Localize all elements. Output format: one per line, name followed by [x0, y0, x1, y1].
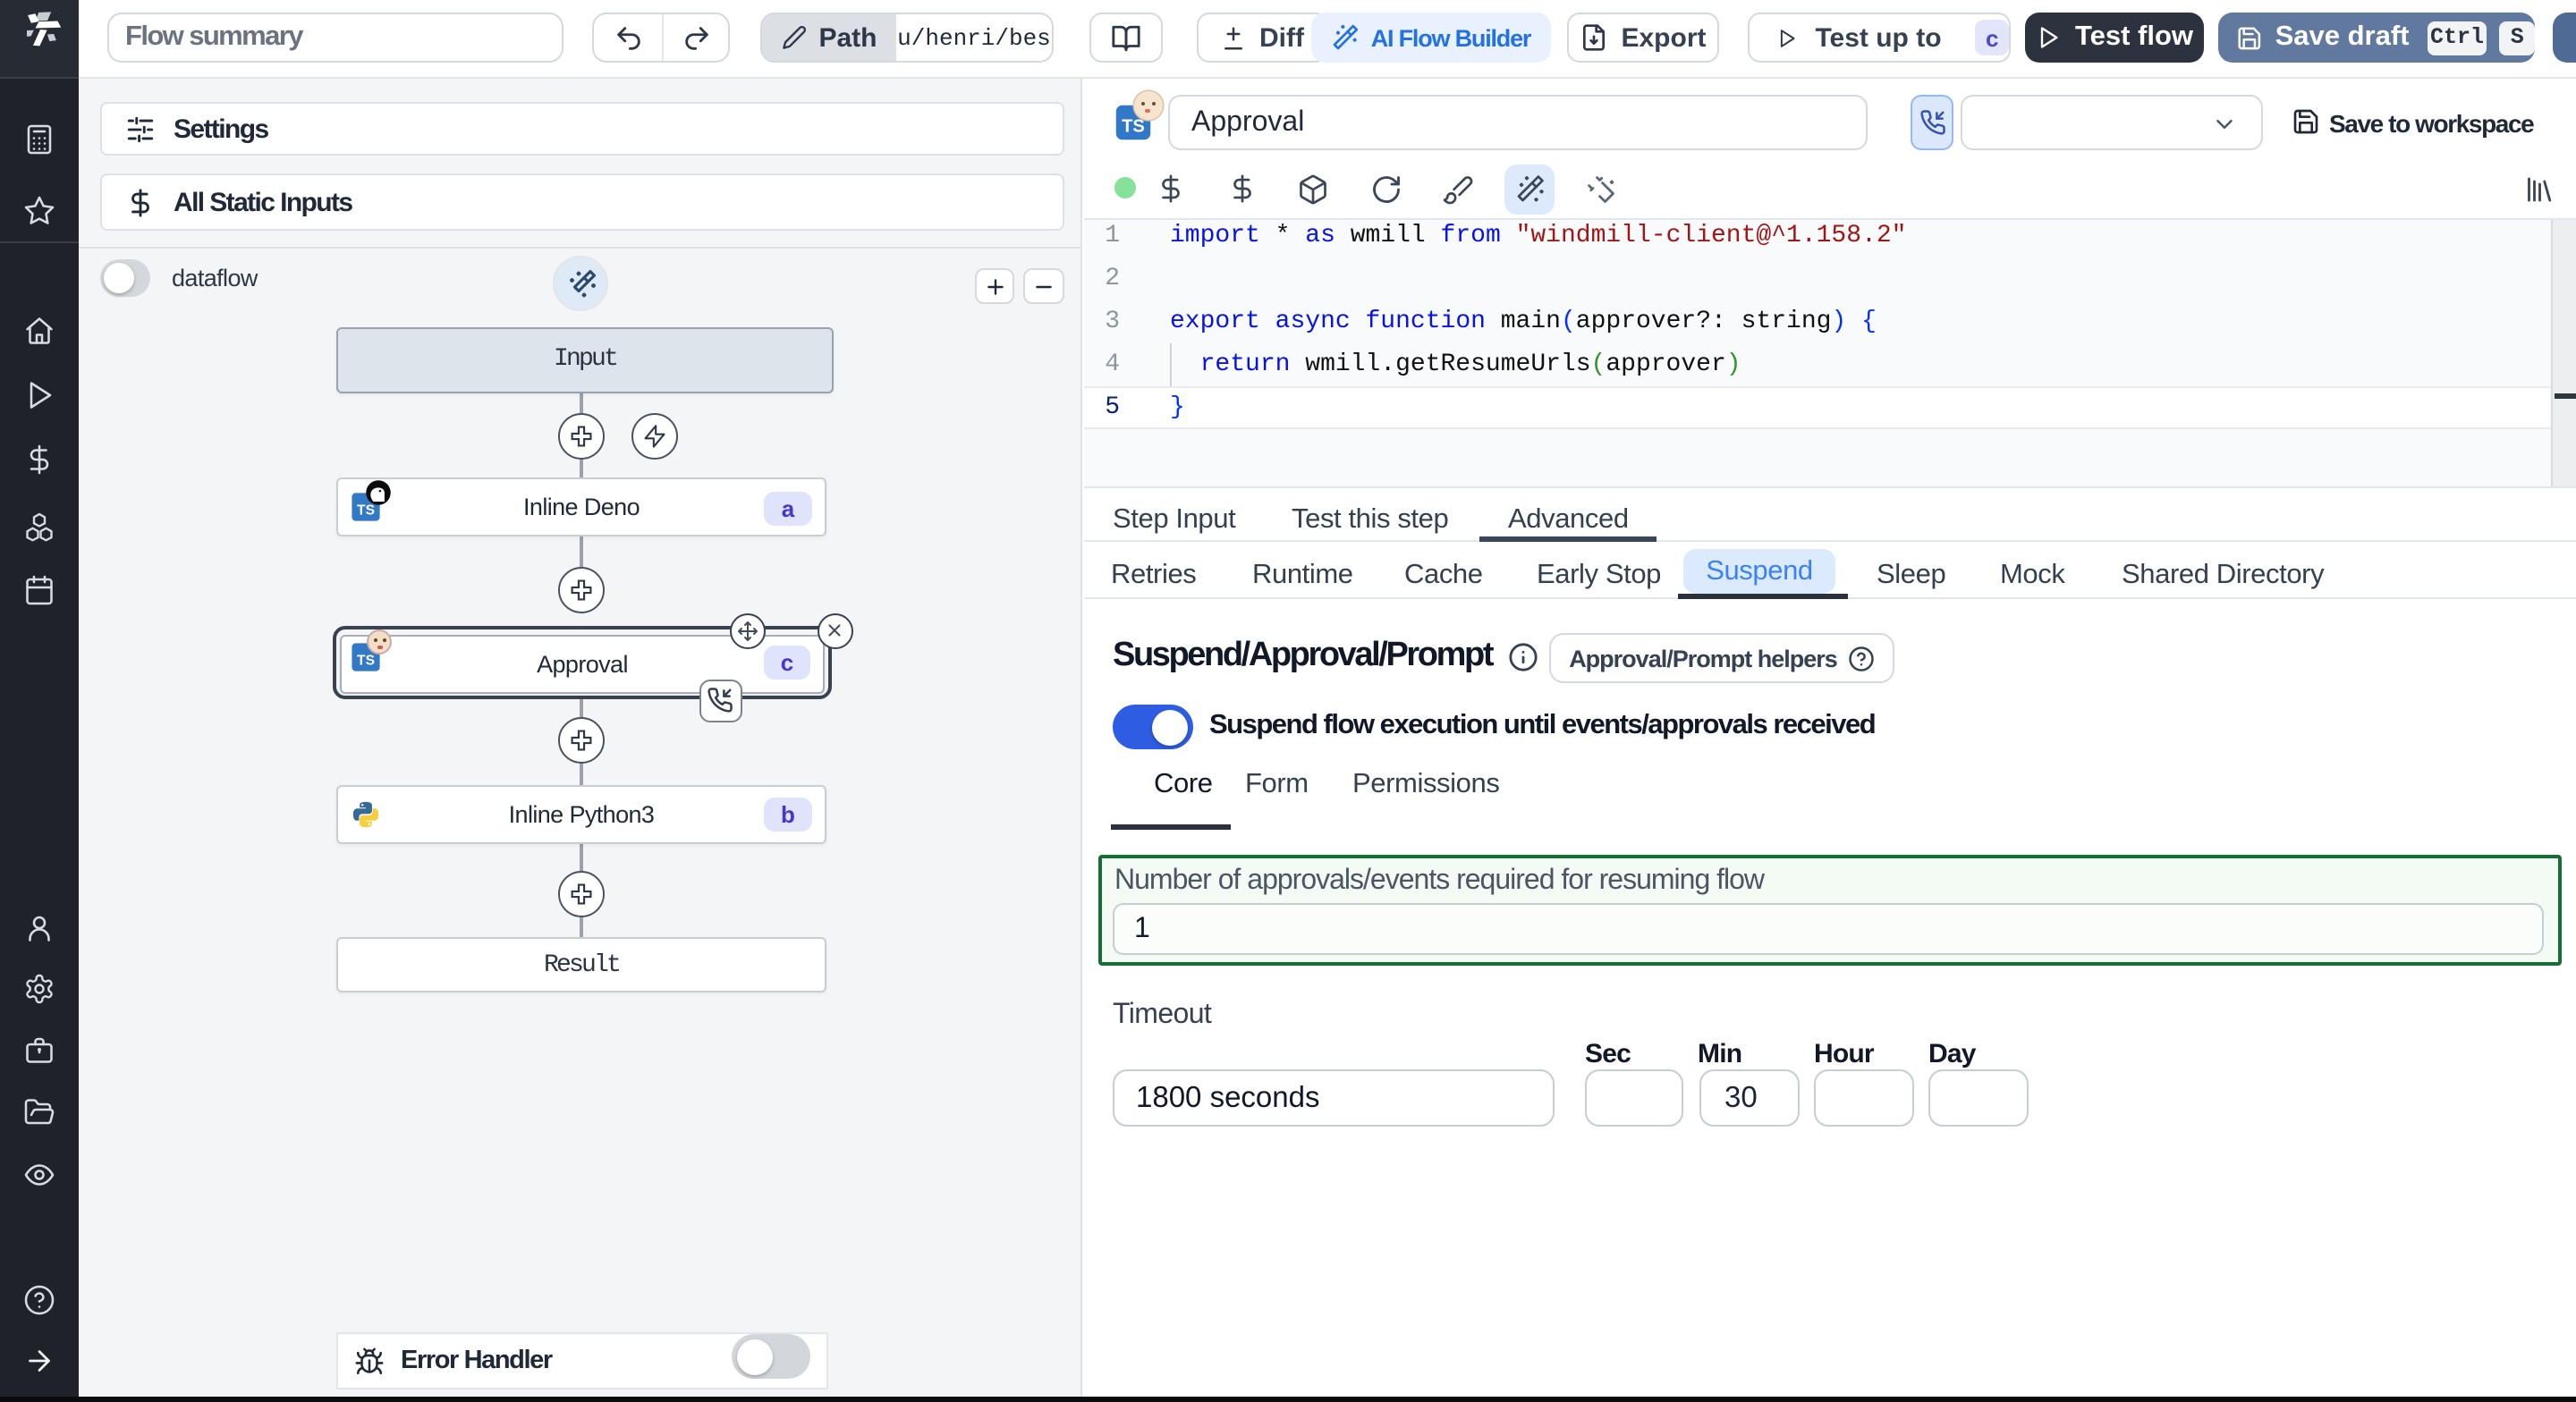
svg-text:TS: TS	[357, 654, 375, 669]
svg-text:TS: TS	[1122, 117, 1145, 137]
